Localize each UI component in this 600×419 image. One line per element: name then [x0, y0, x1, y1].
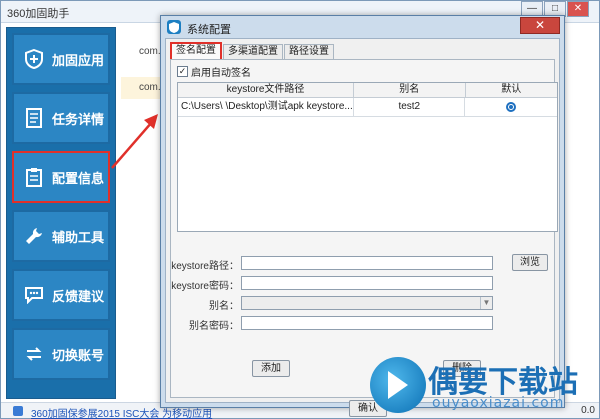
sidebar-item-label: 辅助工具: [52, 229, 105, 245]
alias-label: 别名：: [209, 301, 239, 312]
sidebar: 加固应用 任务详情 配置信息 辅助工具 反馈建议 切换账号: [6, 27, 116, 399]
close-dialog-button[interactable]: ✕: [520, 17, 560, 34]
info-icon: [13, 406, 23, 416]
red-arrow-annotation: [111, 114, 158, 169]
app-title: 360加固助手: [7, 8, 70, 20]
keystore-path-cell: C:\Users\ \Desktop\测试apk keystore...: [178, 98, 355, 116]
sidebar-item-task-details[interactable]: 任务详情: [12, 92, 110, 144]
tab-path-settings[interactable]: 路径设置: [284, 44, 334, 60]
sidebar-item-switch-account[interactable]: 切换账号: [12, 328, 110, 380]
add-button[interactable]: 添加: [252, 360, 290, 377]
alias-password-label: 别名密码：: [189, 321, 239, 332]
column-header-path[interactable]: keystore文件路径: [178, 83, 355, 97]
alias-select[interactable]: ▼: [241, 296, 493, 310]
tab-signature-config[interactable]: 签名配置: [170, 42, 222, 60]
column-header-alias[interactable]: 别名: [354, 83, 466, 97]
auto-sign-checkbox[interactable]: ✓: [177, 66, 188, 77]
table-header: keystore文件路径 别名 默认: [178, 83, 557, 98]
sidebar-item-label: 任务详情: [52, 111, 105, 127]
sidebar-item-label: 切换账号: [52, 347, 105, 363]
keystore-path-label: keystore路径：: [171, 261, 239, 272]
default-cell: [465, 98, 557, 116]
switch-account-icon: [24, 344, 44, 364]
browse-button[interactable]: 浏览: [512, 254, 548, 271]
column-header-default[interactable]: 默认: [466, 83, 558, 97]
keystore-password-input[interactable]: [241, 276, 493, 290]
sidebar-item-label: 反馈建议: [52, 288, 105, 304]
app-shield-icon: [167, 20, 181, 34]
wrench-icon: [24, 226, 44, 246]
shield-plus-icon: [24, 49, 44, 69]
auto-sign-label: 启用自动签名: [191, 68, 251, 79]
sidebar-item-config-info[interactable]: 配置信息: [12, 151, 110, 203]
keystore-password-label: keystore密码：: [171, 281, 239, 292]
sidebar-item-harden-app[interactable]: 加固应用: [12, 33, 110, 85]
keystore-table: keystore文件路径 别名 默认 C:\Users\ \Desktop\测试…: [177, 82, 558, 232]
keystore-path-input[interactable]: [241, 256, 493, 270]
close-app-button[interactable]: ✕: [567, 1, 589, 17]
watermark-subtitle: ouyaoxiazai.com: [432, 395, 565, 411]
sidebar-item-label: 配置信息: [52, 170, 105, 186]
sidebar-item-label: 加固应用: [52, 52, 105, 68]
document-list-icon: [24, 108, 44, 128]
dialog-panel: 签名配置 多渠道配置 路径设置 ✓ 启用自动签名 keystore文件路径 别名…: [165, 38, 560, 417]
table-row[interactable]: C:\Users\ \Desktop\测试apk keystore... tes…: [178, 98, 557, 117]
alias-cell: test2: [354, 98, 466, 116]
chevron-down-icon[interactable]: ▼: [480, 297, 492, 309]
site-watermark: 偶要下载站 ouyaoxiazai.com: [370, 355, 600, 419]
tab-bar: 签名配置 多渠道配置 路径设置: [170, 42, 335, 60]
auto-sign-option[interactable]: ✓ 启用自动签名: [177, 64, 251, 79]
default-radio[interactable]: [506, 102, 517, 112]
tab-content: ✓ 启用自动签名 keystore文件路径 别名 默认 C:\Users\ \D…: [170, 59, 558, 417]
system-config-dialog: 系统配置 ✕ 签名配置 多渠道配置 路径设置 ✓ 启用自动签名 keystore…: [160, 15, 565, 417]
tab-multi-channel-config[interactable]: 多渠道配置: [223, 44, 283, 60]
sidebar-item-feedback[interactable]: 反馈建议: [12, 269, 110, 321]
watermark-logo-icon: [370, 357, 426, 413]
clipboard-icon: [24, 167, 44, 187]
dialog-title: 系统配置: [187, 24, 231, 36]
dialog-titlebar: 系统配置 ✕: [161, 16, 564, 38]
alias-password-input[interactable]: [241, 316, 493, 330]
sidebar-item-aux-tools[interactable]: 辅助工具: [12, 210, 110, 262]
chat-bubble-icon: [24, 285, 44, 305]
